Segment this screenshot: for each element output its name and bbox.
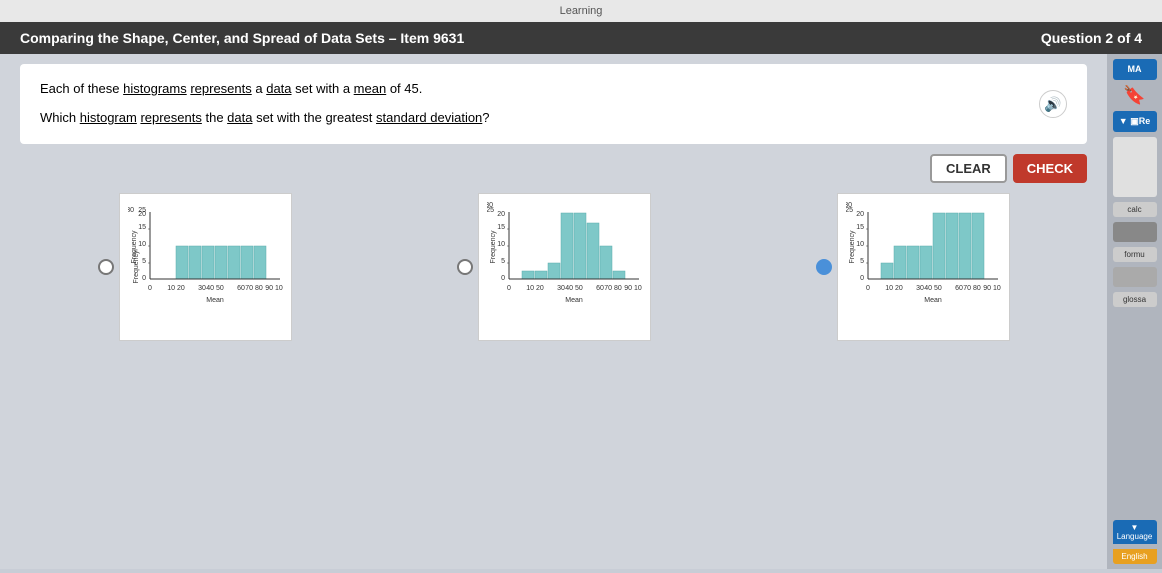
language-button[interactable]: ▼ Language (1113, 520, 1157, 544)
histogram-1: Frequency (119, 193, 292, 341)
hist1-ytick0: 0 (142, 275, 146, 282)
histogram-1-svg: Frequency (128, 202, 283, 332)
hist1-ytick30: 30 (128, 207, 134, 214)
represents-link2: represents (140, 110, 201, 125)
glossary-button[interactable]: glossa (1113, 292, 1157, 307)
hist1-ytick5: 5 (142, 258, 146, 265)
svg-text:30: 30 (487, 202, 493, 209)
svg-text:0: 0 (860, 275, 864, 282)
histogram-item-2: 0 5 10 15 20 25 30 0 10 20 30 (457, 193, 651, 341)
hist1-xtick0: 0 (148, 285, 152, 292)
hist1-xtick30: 30 (198, 285, 206, 292)
svg-text:0: 0 (507, 285, 511, 292)
histograms-link1: histograms (123, 81, 187, 96)
radio-hist1[interactable] (98, 259, 114, 275)
hist1-ytick25: 25 (138, 207, 146, 214)
svg-text:60: 60 (955, 285, 963, 292)
re-button[interactable]: ▼ ▣Re (1113, 111, 1157, 132)
svg-text:10: 10 (497, 241, 505, 248)
formula-icon (1113, 267, 1157, 287)
histogram-item-3: 0 5 10 15 20 25 30 0 10 20 30 (816, 193, 1010, 341)
std-dev-link: standard deviation (376, 110, 482, 125)
hist1-ytick15: 15 (138, 224, 146, 231)
svg-text:30: 30 (557, 285, 565, 292)
hist3-xlabel: Mean (924, 297, 942, 304)
page-title: Comparing the Shape, Center, and Spread … (20, 30, 464, 46)
svg-text:20: 20 (497, 211, 505, 218)
ma-button[interactable]: MA (1113, 59, 1157, 80)
mean-link: mean (354, 81, 387, 96)
scratch-area (1113, 137, 1157, 197)
question-info: Question 2 of 4 (1041, 30, 1142, 46)
hist1-bars (176, 246, 266, 279)
main-content: Each of these histograms represents a da… (0, 54, 1162, 569)
svg-text:20: 20 (856, 211, 864, 218)
tool-icon[interactable] (1113, 222, 1157, 242)
svg-text:30: 30 (846, 202, 852, 209)
radio-hist3[interactable] (816, 259, 832, 275)
right-sidebar: MA 🔖 ▼ ▣Re calc formu glossa ▼ Language … (1107, 54, 1162, 569)
hist1-xtick70: 70 80 (245, 285, 263, 292)
hist1-ytick10: 10 (138, 241, 146, 248)
left-panel: Each of these histograms represents a da… (0, 54, 1107, 569)
hist2-xlabel: Mean (565, 297, 583, 304)
calc-button[interactable]: calc (1113, 202, 1157, 217)
svg-text:15: 15 (497, 224, 505, 231)
hist2-bars (522, 213, 625, 279)
svg-text:70 80: 70 80 (963, 285, 981, 292)
hist1-xtick10: 10 20 (167, 285, 185, 292)
english-button[interactable]: English (1113, 549, 1157, 564)
hist3-bars (881, 213, 984, 279)
question-line1: Each of these histograms represents a da… (40, 79, 1067, 100)
histogram-3-svg: 0 5 10 15 20 25 30 0 10 20 30 (846, 202, 1001, 332)
speaker-button[interactable]: 🔊 (1039, 90, 1067, 118)
histograms-area: Frequency (20, 193, 1087, 341)
bookmark-icon[interactable]: 🔖 (1123, 85, 1145, 106)
data-link1: data (266, 81, 291, 96)
hist1-xtick60: 60 (237, 285, 245, 292)
svg-text:5: 5 (860, 258, 864, 265)
title-bar: Comparing the Shape, Center, and Spread … (0, 22, 1162, 54)
top-bar-label: Learning (560, 5, 603, 17)
svg-text:0: 0 (866, 285, 870, 292)
svg-text:90 100: 90 100 (983, 285, 1001, 292)
svg-text:10: 10 (856, 241, 864, 248)
svg-text:5: 5 (501, 258, 505, 265)
hist1-xlabel: Mean (206, 297, 224, 304)
check-button[interactable]: CHECK (1013, 154, 1087, 183)
svg-text:15: 15 (856, 224, 864, 231)
clear-button[interactable]: CLEAR (930, 154, 1007, 183)
histogram-link2: histogram (80, 110, 137, 125)
top-bar: Learning (0, 0, 1162, 22)
q1-prefix: Each of these (40, 81, 123, 96)
histogram-item-1: Frequency (98, 193, 292, 341)
histogram-2: 0 5 10 15 20 25 30 0 10 20 30 (478, 193, 651, 341)
svg-text:30: 30 (916, 285, 924, 292)
formula-button[interactable]: formu (1113, 247, 1157, 262)
svg-text:40 50: 40 50 (565, 285, 583, 292)
question-box: Each of these histograms represents a da… (20, 64, 1087, 144)
svg-text:40 50: 40 50 (924, 285, 942, 292)
buttons-area: CLEAR CHECK (20, 154, 1087, 183)
radio-hist2[interactable] (457, 259, 473, 275)
hist1-xtick40: 40 50 (206, 285, 224, 292)
hist1-ylabel: Frequency (131, 230, 138, 264)
histogram-2-svg: 0 5 10 15 20 25 30 0 10 20 30 (487, 202, 642, 332)
svg-text:60: 60 (596, 285, 604, 292)
histogram-3: 0 5 10 15 20 25 30 0 10 20 30 (837, 193, 1010, 341)
svg-text:90 100: 90 100 (624, 285, 642, 292)
represents-link1: represents (190, 81, 251, 96)
question-line2: Which histogram represents the data set … (40, 108, 1067, 129)
hist2-ylabel: Frequency (490, 230, 497, 264)
data-link2: data (227, 110, 252, 125)
hist3-ylabel: Frequency (849, 230, 856, 264)
hist1-xtick90: 90 100 (265, 285, 283, 292)
svg-text:70 80: 70 80 (604, 285, 622, 292)
svg-text:10 20: 10 20 (526, 285, 544, 292)
svg-text:10 20: 10 20 (885, 285, 903, 292)
svg-text:0: 0 (501, 275, 505, 282)
